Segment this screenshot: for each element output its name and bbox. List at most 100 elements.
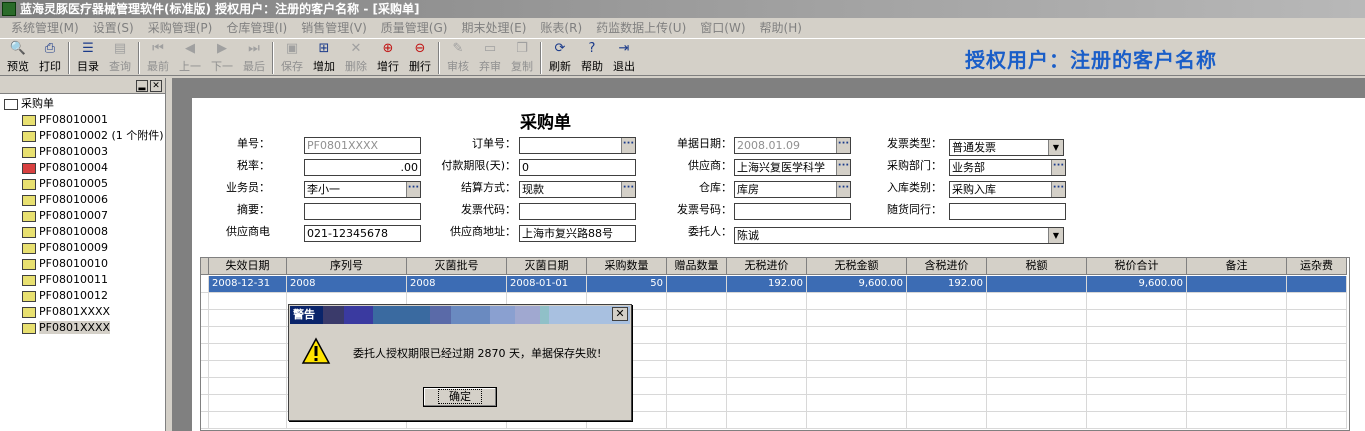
- order-no-field[interactable]: ···: [519, 137, 636, 154]
- grid-column-header[interactable]: 无税进价: [727, 258, 807, 275]
- grid-cell[interactable]: [1287, 412, 1347, 429]
- dialog-title-bar[interactable]: 警告: [290, 306, 631, 324]
- grid-cell[interactable]: [987, 344, 1087, 361]
- grid-cell[interactable]: [727, 327, 807, 344]
- grid-cell[interactable]: [987, 293, 1087, 310]
- lookup-icon[interactable]: ···: [1051, 182, 1065, 197]
- ok-button[interactable]: 确定: [423, 387, 497, 407]
- grid-cell[interactable]: [667, 293, 727, 310]
- grid-cell[interactable]: [907, 327, 987, 344]
- grid-cell[interactable]: [1087, 293, 1187, 310]
- grid-cell[interactable]: [209, 361, 287, 378]
- salesman-field[interactable]: 李小一 ···: [304, 181, 421, 198]
- grid-cell[interactable]: [667, 361, 727, 378]
- grid-cell[interactable]: [907, 395, 987, 412]
- grid-cell[interactable]: [1087, 361, 1187, 378]
- grid-cell[interactable]: [667, 276, 727, 293]
- grid-column-header[interactable]: 含税进价: [907, 258, 987, 275]
- grid-cell[interactable]: [1287, 395, 1347, 412]
- grid-cell[interactable]: [807, 412, 907, 429]
- grid-cell[interactable]: [667, 344, 727, 361]
- dialog-close-icon[interactable]: ✕: [612, 307, 628, 321]
- lookup-icon[interactable]: ···: [836, 182, 850, 197]
- doc-date-field[interactable]: 2008.01.09 ···: [734, 137, 851, 154]
- grid-cell[interactable]: [1087, 395, 1187, 412]
- tree-item[interactable]: PF08010012: [22, 288, 108, 304]
- grid-cell[interactable]: [667, 395, 727, 412]
- invoice-no-field[interactable]: [734, 203, 851, 220]
- grid-cell[interactable]: [209, 327, 287, 344]
- tax-rate-field[interactable]: .00: [304, 159, 421, 176]
- toolbar-button[interactable]: ✕ 删除: [340, 39, 372, 75]
- purchase-dept-field[interactable]: 业务部 ···: [949, 159, 1066, 176]
- invoice-type-select[interactable]: 普通发票 ▼: [949, 139, 1064, 156]
- grid-cell[interactable]: [987, 276, 1087, 293]
- grid-cell[interactable]: [209, 412, 287, 429]
- menu-item[interactable]: 药监数据上传(U): [589, 18, 693, 38]
- toolbar-button[interactable]: ⊞ 增加: [308, 39, 340, 75]
- grid-cell[interactable]: [907, 412, 987, 429]
- toolbar-button[interactable]: ▭ 弃审: [474, 39, 506, 75]
- grid-cell[interactable]: [907, 293, 987, 310]
- doc-no-field[interactable]: PF0801XXXX: [304, 137, 421, 154]
- grid-cell[interactable]: [1187, 327, 1287, 344]
- toolbar-button[interactable]: ▣ 保存: [276, 39, 308, 75]
- grid-cell[interactable]: 2008-01-01: [507, 276, 587, 293]
- menu-item[interactable]: 设置(S): [86, 18, 141, 38]
- grid-cell[interactable]: 9,600.00: [1087, 276, 1187, 293]
- grid-cell[interactable]: [727, 395, 807, 412]
- grid-cell[interactable]: [807, 378, 907, 395]
- tree-item[interactable]: PF08010007: [22, 208, 108, 224]
- grid-cell[interactable]: [1287, 344, 1347, 361]
- grid-cell[interactable]: [727, 361, 807, 378]
- supplier-address-field[interactable]: 上海市复兴路88号: [519, 225, 636, 242]
- grid-column-header[interactable]: 序列号: [287, 258, 407, 275]
- invoice-code-field[interactable]: [519, 203, 636, 220]
- grid-cell[interactable]: [1187, 395, 1287, 412]
- grid-cell[interactable]: [727, 344, 807, 361]
- toolbar-button[interactable]: ▶ 下一: [206, 39, 238, 75]
- grid-cell[interactable]: [1087, 327, 1187, 344]
- lookup-icon[interactable]: ···: [406, 182, 420, 197]
- grid-cell[interactable]: [1287, 293, 1347, 310]
- menu-item[interactable]: 帮助(H): [753, 18, 809, 38]
- grid-cell[interactable]: [727, 310, 807, 327]
- tree-item[interactable]: PF08010009: [22, 240, 108, 256]
- grid-cell[interactable]: [1187, 276, 1287, 293]
- settlement-field[interactable]: 现款 ···: [519, 181, 636, 198]
- supplier-field[interactable]: 上海兴复医学科学 ···: [734, 159, 851, 176]
- grid-cell[interactable]: [807, 310, 907, 327]
- minimize-panel-icon[interactable]: ▂: [136, 80, 148, 92]
- grid-cell[interactable]: [907, 361, 987, 378]
- toolbar-button[interactable]: 🔍 预览: [2, 39, 34, 75]
- toolbar-button[interactable]: ◀ 上一: [174, 39, 206, 75]
- consignee-select[interactable]: 陈诚 ▼: [734, 227, 1064, 244]
- grid-cell[interactable]: [1287, 310, 1347, 327]
- warehouse-field[interactable]: 库房 ···: [734, 181, 851, 198]
- grid-column-header[interactable]: 赠品数量: [667, 258, 727, 275]
- grid-column-header[interactable]: 运杂费: [1287, 258, 1347, 275]
- grid-cell[interactable]: [667, 378, 727, 395]
- lookup-icon[interactable]: ···: [621, 138, 635, 153]
- chevron-down-icon[interactable]: ▼: [1048, 228, 1063, 243]
- grid-cell[interactable]: [987, 361, 1087, 378]
- grid-cell[interactable]: [1287, 276, 1347, 293]
- grid-cell[interactable]: [727, 293, 807, 310]
- toolbar-button[interactable]: ✎ 审核: [442, 39, 474, 75]
- lookup-icon[interactable]: ···: [836, 160, 850, 175]
- menu-item[interactable]: 仓库管理(I): [219, 18, 294, 38]
- grid-cell[interactable]: 192.00: [907, 276, 987, 293]
- grid-cell[interactable]: 2008-12-31: [209, 276, 287, 293]
- toolbar-button[interactable]: ⟳ 刷新: [544, 39, 576, 75]
- grid-cell[interactable]: 2008: [287, 276, 407, 293]
- grid-column-header[interactable]: 采购数量: [587, 258, 667, 275]
- summary-field[interactable]: [304, 203, 421, 220]
- lookup-icon[interactable]: ···: [1051, 160, 1065, 175]
- grid-cell[interactable]: [667, 310, 727, 327]
- grid-cell[interactable]: [987, 327, 1087, 344]
- grid-column-header[interactable]: 灭菌批号: [407, 258, 507, 275]
- grid-cell[interactable]: [209, 293, 287, 310]
- toolbar-button[interactable]: ⊖ 删行: [404, 39, 436, 75]
- grid-cell[interactable]: [1087, 378, 1187, 395]
- tree-item[interactable]: PF08010011: [22, 272, 108, 288]
